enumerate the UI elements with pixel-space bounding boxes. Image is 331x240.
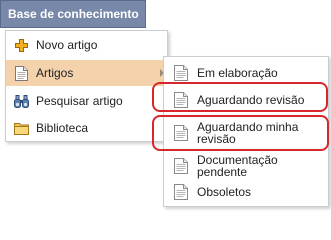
document-icon [174,64,188,81]
document-icon [174,157,188,174]
menu-item-novo-artigo[interactable]: Novo artigo [6,32,167,58]
submenu-item-obsoletos[interactable]: Obsoletos [164,179,328,204]
submenu-item-label: Em elaboração [197,65,278,80]
menu-item-artigos[interactable]: Artigos [6,60,167,86]
menu-item-biblioteca[interactable]: Biblioteca [6,115,167,141]
highlight-circle [152,82,328,112]
menu-header[interactable]: Base de conhecimento [0,0,146,28]
folder-icon [14,121,29,136]
document-icon [14,65,29,81]
submenu-item-label: Documentação pendente [197,152,278,179]
plus-icon [14,38,29,53]
menu-item-label: Pesquisar artigo [36,94,123,108]
submenu-item-documentacao-pendente[interactable]: Documentação pendente [164,153,328,178]
binoculars-icon [14,94,29,109]
menu-item-pesquisar-artigo[interactable]: Pesquisar artigo [6,88,167,114]
menu-item-label: Artigos [36,66,74,80]
main-menu: Novo artigo Artigos Pesquisar artigo Bib… [5,30,168,142]
menu-item-label: Biblioteca [36,121,89,135]
document-icon [174,183,188,200]
menu-header-title: Base de conhecimento [8,7,139,21]
highlight-circle [152,115,329,151]
menu-item-label: Novo artigo [36,38,98,52]
submenu-item-label: Obsoletos [197,184,252,199]
